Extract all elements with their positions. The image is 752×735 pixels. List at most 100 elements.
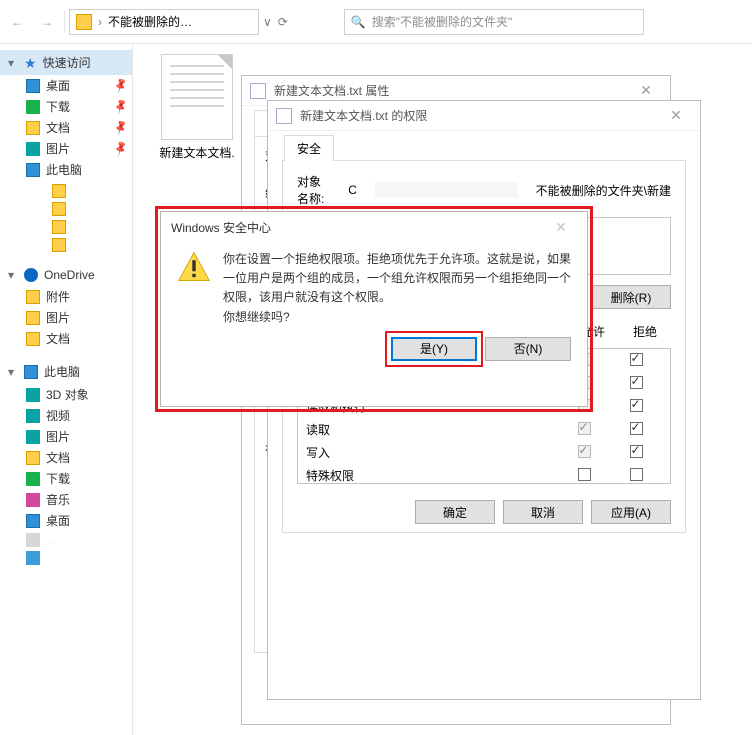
- sidebar-item[interactable]: 此电脑: [0, 159, 132, 180]
- sidebar-item[interactable]: 下载: [0, 468, 132, 489]
- folder-icon: [52, 220, 66, 234]
- folder-icon: [52, 202, 66, 216]
- onedrive-header[interactable]: ▾ OneDrive: [0, 264, 132, 286]
- document-icon: [250, 83, 266, 99]
- address-bar[interactable]: › 不能被删除的…: [69, 9, 259, 35]
- sidebar-item[interactable]: 桌面📌: [0, 75, 132, 96]
- pin-icon: 📌: [112, 118, 130, 136]
- breadcrumb-folder[interactable]: 不能被删除的…: [108, 13, 192, 30]
- star-icon: ★: [24, 56, 37, 70]
- sidebar-item[interactable]: 图片: [0, 307, 132, 328]
- item-icon: [26, 163, 40, 177]
- remove-button[interactable]: 删除(R): [591, 285, 671, 309]
- folder-icon: [26, 332, 40, 346]
- item-icon: [26, 142, 40, 156]
- item-icon: [26, 472, 40, 486]
- pin-icon: 📌: [112, 97, 130, 115]
- permission-row: 读取: [298, 418, 670, 441]
- permission-row: 写入: [298, 441, 670, 464]
- item-icon: [26, 100, 40, 114]
- file-item[interactable]: 新建文本文档.: [153, 54, 241, 164]
- sidebar-item[interactable]: 附件: [0, 286, 132, 307]
- yes-button[interactable]: 是(Y): [391, 337, 477, 361]
- this-pc-header[interactable]: ▾ 此电脑: [0, 359, 132, 384]
- sidebar-item[interactable]: 文档: [0, 447, 132, 468]
- document-icon: [276, 108, 292, 124]
- refresh-icon[interactable]: ⟳: [276, 15, 290, 29]
- close-icon[interactable]: ✕: [630, 82, 662, 99]
- permission-row: 特殊权限: [298, 464, 670, 484]
- item-icon: [26, 451, 40, 465]
- warning-question: 你想继续吗?: [223, 308, 571, 327]
- deny-checkbox[interactable]: [630, 376, 643, 389]
- sidebar-item[interactable]: 图片: [0, 426, 132, 447]
- pin-icon: 📌: [112, 76, 130, 94]
- folder-icon: [26, 311, 40, 325]
- quick-access-header[interactable]: ▾★ 快速访问: [0, 50, 132, 75]
- sidebar-item[interactable]: 3D 对象: [0, 384, 132, 405]
- close-icon[interactable]: ✕: [660, 107, 692, 124]
- warning-icon: [177, 250, 211, 284]
- close-icon[interactable]: ✕: [545, 219, 577, 236]
- object-name-label: 对象名称:: [297, 173, 330, 207]
- text-file-icon: [161, 54, 233, 140]
- highlight-box: Windows 安全中心 ✕ 你在设置一个拒绝权限项。拒绝项优先于允许项。这就是…: [155, 206, 593, 412]
- sidebar-item[interactable]: [26, 200, 132, 218]
- sidebar-item[interactable]: 文档📌: [0, 117, 132, 138]
- warning-message: 你在设置一个拒绝权限项。拒绝项优先于允许项。这就是说，如果一位用户是两个组的成员…: [223, 250, 571, 308]
- folder-icon: [52, 184, 66, 198]
- sidebar-item[interactable]: 桌面: [0, 510, 132, 531]
- col-deny: 拒绝: [619, 323, 671, 340]
- apply-button[interactable]: 应用(A): [591, 500, 671, 524]
- deny-checkbox[interactable]: [630, 353, 643, 366]
- item-icon: [26, 409, 40, 423]
- deny-checkbox[interactable]: [630, 399, 643, 412]
- deny-checkbox[interactable]: [630, 422, 643, 435]
- explorer-toolbar: ← → › 不能被删除的… ∨ ⟳ 🔍 搜索"不能被删除的文件夹": [0, 0, 752, 44]
- sidebar-item[interactable]: 下载📌: [0, 96, 132, 117]
- divider: [64, 11, 65, 33]
- file-name: 新建文本文档.: [153, 144, 241, 161]
- dialog-title: 新建文本文档.txt 的权限: [300, 107, 427, 124]
- dialog-title: Windows 安全中心: [171, 219, 271, 236]
- item-icon: [26, 514, 40, 528]
- allow-checkbox[interactable]: [578, 445, 591, 458]
- explorer-sidebar: ▾★ 快速访问 桌面📌下载📌文档📌图片📌此电脑 ▾ OneDrive 附件图片文…: [0, 44, 133, 735]
- search-icon: 🔍: [351, 15, 366, 29]
- dialog-title: 新建文本文档.txt 属性: [274, 82, 389, 99]
- folder-icon: [52, 238, 66, 252]
- cloud-icon: [24, 268, 38, 282]
- sidebar-item[interactable]: [26, 182, 132, 200]
- deny-checkbox[interactable]: [630, 468, 643, 481]
- item-icon: [26, 493, 40, 507]
- sidebar-item[interactable]: 文档: [0, 328, 132, 349]
- object-path-c: C: [348, 183, 357, 197]
- no-button[interactable]: 否(N): [485, 337, 571, 361]
- sidebar-item[interactable]: [26, 218, 132, 236]
- sidebar-item[interactable]: 图片📌: [0, 138, 132, 159]
- cancel-button[interactable]: 取消: [503, 500, 583, 524]
- tab-security[interactable]: 安全: [284, 135, 334, 161]
- deny-checkbox[interactable]: [630, 445, 643, 458]
- folder-icon: [76, 14, 92, 30]
- search-placeholder: 搜索"不能被删除的文件夹": [372, 13, 513, 30]
- search-input[interactable]: 🔍 搜索"不能被删除的文件夹": [344, 9, 644, 35]
- allow-checkbox[interactable]: [578, 468, 591, 481]
- folder-icon: [26, 290, 40, 304]
- nav-back-icon[interactable]: ←: [4, 9, 30, 35]
- ok-button[interactable]: 确定: [415, 500, 495, 524]
- allow-checkbox[interactable]: [578, 422, 591, 435]
- item-icon: [26, 79, 40, 93]
- pin-icon: 📌: [112, 139, 130, 157]
- nav-forward-icon[interactable]: →: [34, 9, 60, 35]
- item-icon: [26, 430, 40, 444]
- sidebar-item[interactable]: [26, 236, 132, 254]
- item-icon: [26, 121, 40, 135]
- pc-icon: [24, 365, 38, 379]
- security-warning-dialog: Windows 安全中心 ✕ 你在设置一个拒绝权限项。拒绝项优先于允许项。这就是…: [160, 211, 588, 407]
- sidebar-item[interactable]: 视频: [0, 405, 132, 426]
- redacted: [375, 182, 518, 198]
- object-path-tail: 不能被删除的文件夹\新建: [536, 182, 671, 199]
- sidebar-item[interactable]: 音乐: [0, 489, 132, 510]
- breadcrumb-sep: ›: [98, 15, 102, 29]
